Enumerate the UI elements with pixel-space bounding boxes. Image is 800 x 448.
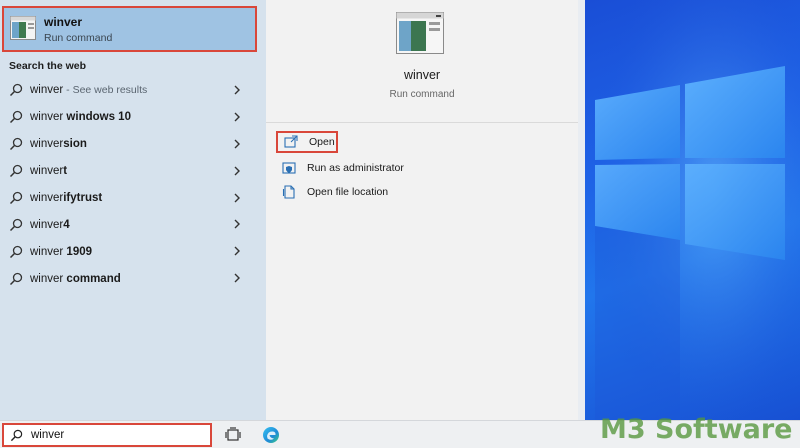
run-command-icon: [10, 15, 36, 43]
search-icon: [9, 191, 23, 205]
web-suggestion-item[interactable]: winver 1909: [0, 238, 266, 265]
search-web-heading: Search the web: [9, 60, 87, 72]
web-suggestion-item[interactable]: winver windows 10: [0, 104, 266, 131]
task-view-icon[interactable]: [225, 427, 241, 443]
web-suggestion-item[interactable]: winversion: [0, 131, 266, 158]
search-icon: [9, 245, 23, 258]
edge-browser-icon[interactable]: [262, 426, 280, 444]
search-results-pane: winver Run command Search the web winver…: [0, 0, 266, 420]
run-as-administrator-label: Run as administrator: [307, 162, 404, 174]
result-detail-pane: winver Run command Open Run as administr…: [266, 0, 578, 420]
windows-logo-wallpaper: [585, 0, 800, 420]
divider: [266, 122, 578, 123]
run-as-administrator-action[interactable]: Run as administrator: [276, 157, 404, 179]
chevron-right-icon[interactable]: [232, 219, 242, 229]
detail-subtitle: Run command: [389, 89, 455, 100]
search-icon: [9, 138, 23, 151]
web-suggestion-item[interactable]: winver command: [0, 265, 266, 292]
web-suggestion-label: winverifytrust: [30, 192, 103, 204]
web-suggestion-label: winversion: [30, 138, 87, 151]
search-icon: [9, 111, 23, 124]
open-file-location-label: Open file location: [307, 186, 389, 198]
chevron-right-icon[interactable]: [232, 166, 242, 176]
web-suggestion-item[interactable]: winverifytrust: [0, 185, 266, 212]
taskbar-search-box[interactable]: [2, 423, 212, 447]
watermark-text: M3 Software: [600, 414, 793, 445]
file-icon: [282, 185, 295, 199]
web-suggestion-item[interactable]: winver - See web results: [0, 77, 266, 104]
web-suggestions-list: winver - See web results winver windows …: [0, 77, 266, 292]
web-suggestion-label: winver 1909: [30, 245, 93, 258]
best-match-subtitle: Run command: [44, 31, 113, 44]
open-action[interactable]: Open: [276, 131, 338, 153]
web-suggestion-label: winver windows 10: [30, 111, 131, 124]
chevron-right-icon[interactable]: [232, 85, 242, 95]
search-icon: [9, 272, 23, 285]
search-input[interactable]: [31, 429, 201, 441]
watermark-logo: M3 Software: [600, 412, 800, 448]
best-match-result[interactable]: winver Run command: [2, 6, 257, 52]
web-suggestion-label: winver command: [30, 272, 121, 285]
web-suggestion-label: winvert: [30, 165, 68, 178]
chevron-right-icon[interactable]: [232, 112, 242, 122]
best-match-title: winver: [44, 14, 83, 29]
web-suggestion-item[interactable]: winver4: [0, 211, 266, 238]
search-icon: [9, 84, 23, 97]
search-icon: [10, 429, 23, 441]
detail-title: winver: [403, 68, 441, 82]
open-icon: [284, 135, 298, 148]
shield-icon: [282, 162, 296, 174]
search-icon: [9, 218, 23, 231]
desktop-wallpaper: [585, 0, 800, 420]
chevron-right-icon[interactable]: [232, 273, 242, 283]
chevron-right-icon[interactable]: [232, 246, 242, 256]
open-file-location-action[interactable]: Open file location: [276, 181, 388, 203]
open-label: Open: [309, 136, 335, 148]
web-suggestion-label: winver4: [30, 218, 70, 231]
run-command-icon: [396, 12, 444, 57]
chevron-right-icon[interactable]: [232, 139, 242, 149]
web-suggestion-label: winver - See web results: [30, 84, 148, 97]
web-suggestion-item[interactable]: winvert: [0, 158, 266, 185]
chevron-right-icon[interactable]: [232, 193, 242, 203]
search-icon: [9, 164, 23, 178]
